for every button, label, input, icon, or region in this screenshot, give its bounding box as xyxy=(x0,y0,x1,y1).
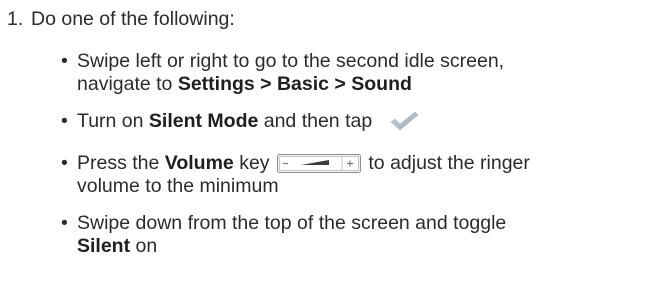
option-text: Turn on xyxy=(77,110,149,132)
silent-bold: Silent xyxy=(77,235,131,257)
option-text: Press the xyxy=(77,152,165,174)
option-text: key xyxy=(233,152,270,174)
volume-bold: Volume xyxy=(164,152,234,174)
option-text: and then tap xyxy=(258,110,373,132)
option-text: to adjust the ringer xyxy=(362,152,530,174)
step-number: 1. xyxy=(7,8,24,30)
option-text: volume to the minimum xyxy=(77,175,279,197)
option-list: • Swipe left or right to go to the secon… xyxy=(59,50,649,272)
settings-path-bold: Settings > Basic > Sound xyxy=(177,73,412,95)
checkmark-icon xyxy=(388,110,420,132)
bullet-marker: • xyxy=(61,212,68,234)
bullet-marker: • xyxy=(61,50,68,72)
option-item-silent-mode: • Turn on Silent Mode and then tap xyxy=(59,110,649,133)
option-text: Swipe down from the top of the screen an… xyxy=(77,212,507,234)
option-text: navigate to xyxy=(77,73,178,95)
bullet-marker: • xyxy=(61,152,68,174)
option-item-silent-toggle: • Swipe down from the top of the screen … xyxy=(59,212,649,258)
option-item-settings-path: • Swipe left or right to go to the secon… xyxy=(59,50,649,96)
step-text: Do one of the following: xyxy=(31,8,235,30)
step-1: 1. Do one of the following: xyxy=(7,8,647,31)
bullet-marker: • xyxy=(61,110,68,132)
option-text: on xyxy=(130,235,158,257)
option-item-volume-key: • Press the Volume key to adjust the rin… xyxy=(59,152,649,198)
silent-mode-bold: Silent Mode xyxy=(148,110,259,132)
option-text: Swipe left or right to go to the second … xyxy=(77,50,505,72)
volume-key-icon xyxy=(276,154,361,173)
